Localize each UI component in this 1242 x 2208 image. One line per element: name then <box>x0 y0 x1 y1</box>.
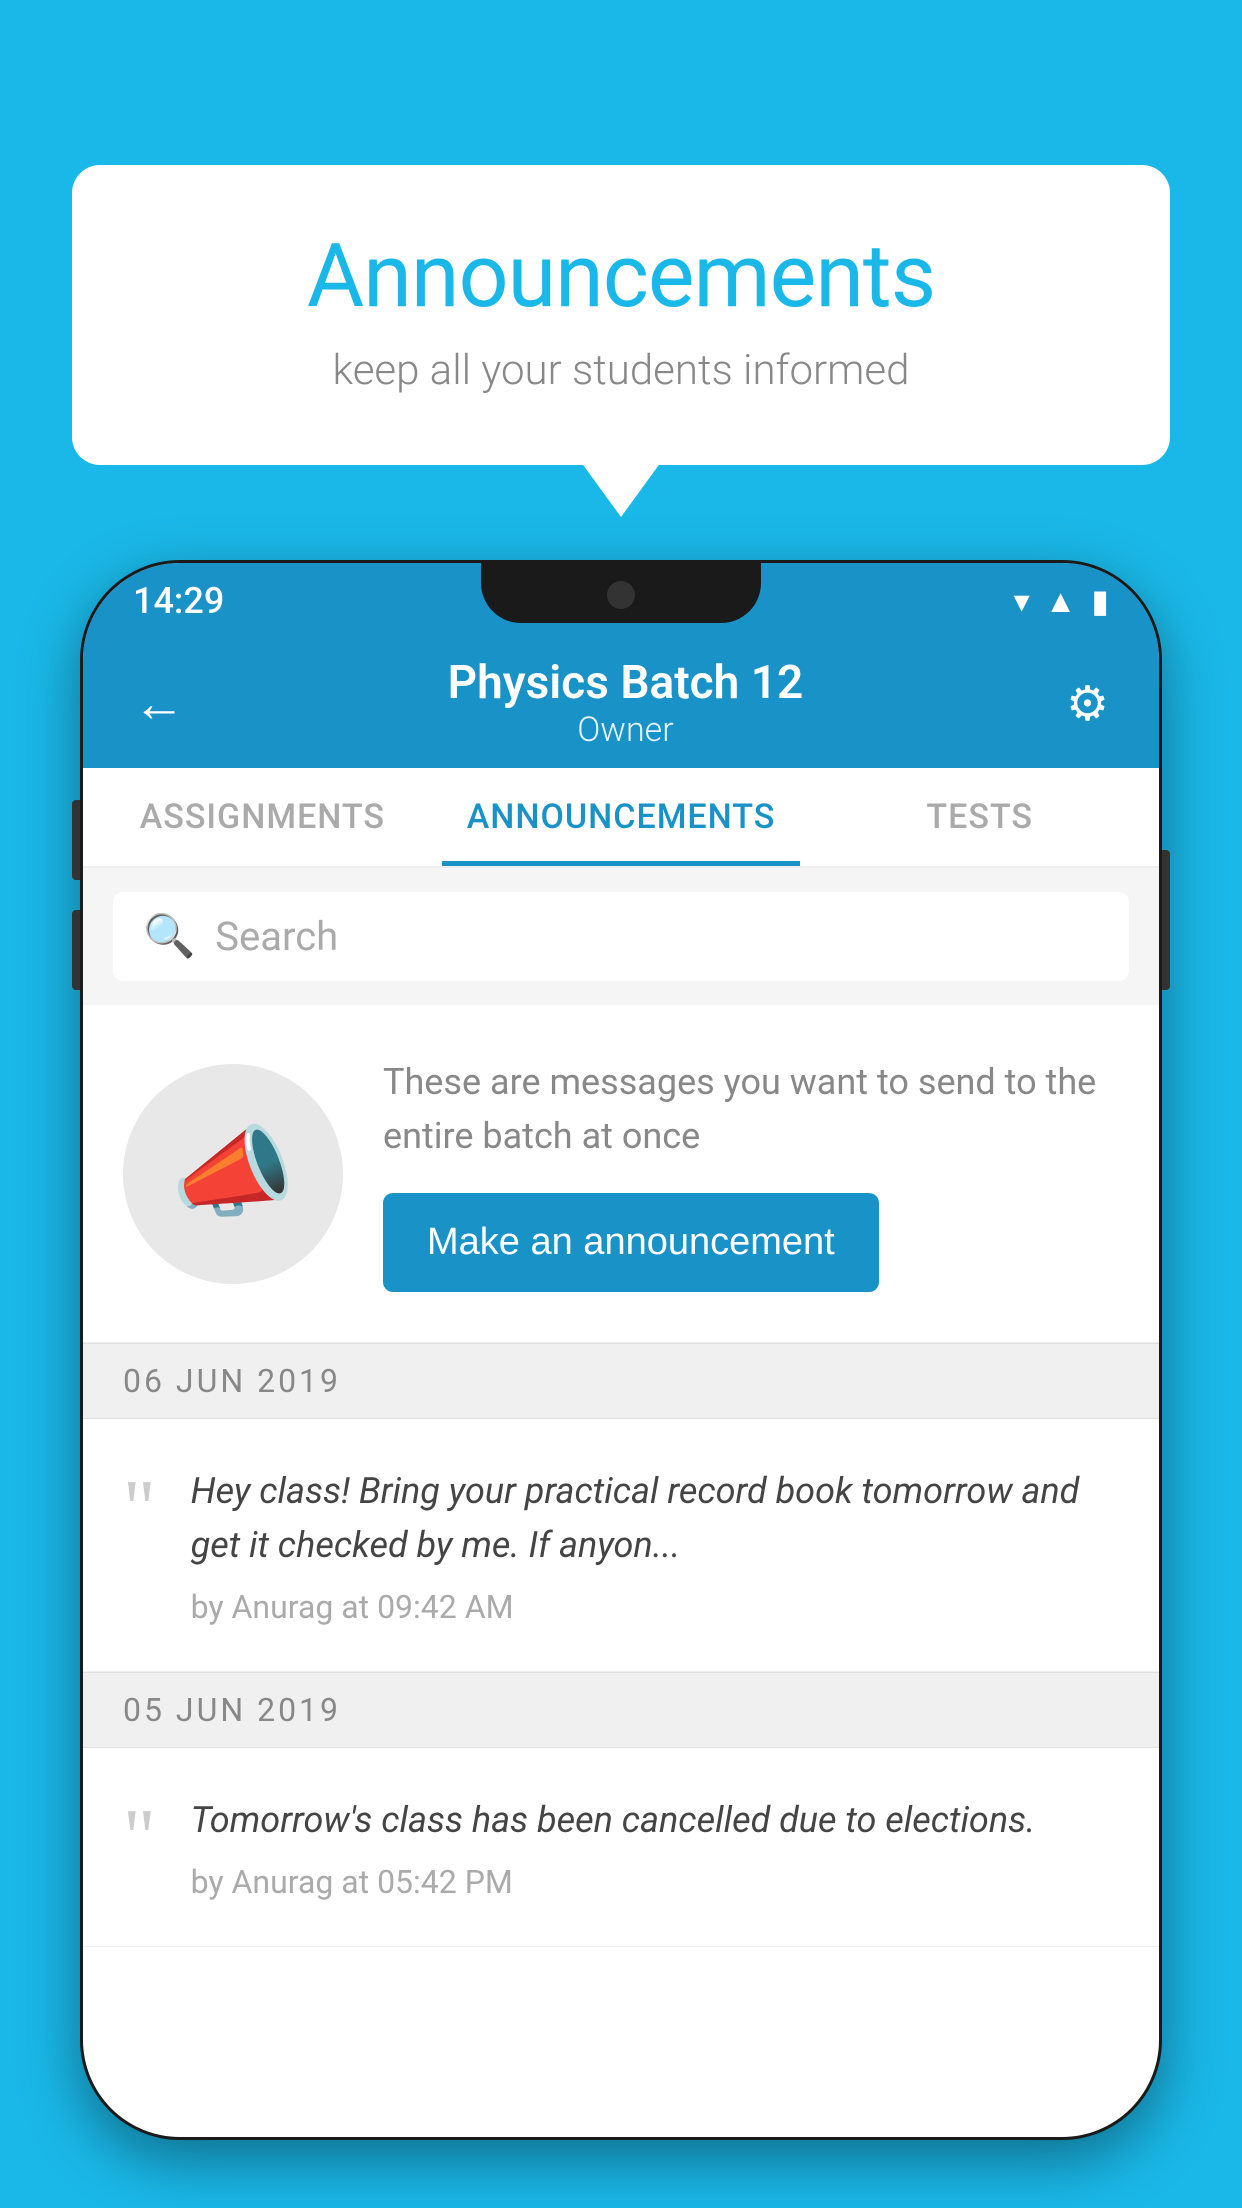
quote-icon-1: " <box>123 1469 156 1549</box>
signal-icon: ▲ <box>1045 582 1077 620</box>
phone-screen: 14:29 ▾ ▲ ▮ ← Physics Batch 12 Owner ⚙ <box>83 563 1159 2137</box>
wifi-icon: ▾ <box>1014 582 1030 620</box>
power-button <box>1162 850 1170 990</box>
app-header: ← Physics Batch 12 Owner ⚙ <box>83 638 1159 768</box>
phone-frame: 14:29 ▾ ▲ ▮ ← Physics Batch 12 Owner ⚙ <box>80 560 1162 2140</box>
announcement-prompt: 📣 These are messages you want to send to… <box>83 1005 1159 1343</box>
search-placeholder: Search <box>215 913 338 960</box>
phone-wrapper: 14:29 ▾ ▲ ▮ ← Physics Batch 12 Owner ⚙ <box>80 560 1162 2208</box>
megaphone-icon: 📣 <box>171 1115 296 1232</box>
battery-icon: ▮ <box>1091 582 1109 620</box>
header-subtitle: Owner <box>448 710 804 750</box>
search-box[interactable]: 🔍 Search <box>113 892 1129 981</box>
date-divider-1: 06 JUN 2019 <box>83 1343 1159 1419</box>
search-container: 🔍 Search <box>83 868 1159 1005</box>
tab-announcements[interactable]: ANNOUNCEMENTS <box>442 768 801 866</box>
settings-button[interactable]: ⚙ <box>1066 675 1109 732</box>
announcement-content-2: Tomorrow's class has been cancelled due … <box>191 1793 1119 1901</box>
front-camera <box>607 581 635 609</box>
quote-icon-2: " <box>123 1798 156 1878</box>
announcement-meta-1: by Anurag at 09:42 AM <box>191 1588 1119 1626</box>
back-button[interactable]: ← <box>133 673 185 734</box>
header-title: Physics Batch 12 <box>448 656 804 710</box>
announcement-text-1: Hey class! Bring your practical record b… <box>191 1464 1119 1572</box>
tabs-bar: ASSIGNMENTS ANNOUNCEMENTS TESTS <box>83 768 1159 868</box>
tab-assignments[interactable]: ASSIGNMENTS <box>83 768 442 866</box>
announcement-item-2[interactable]: " Tomorrow's class has been cancelled du… <box>83 1748 1159 1947</box>
megaphone-circle: 📣 <box>123 1064 343 1284</box>
prompt-description: These are messages you want to send to t… <box>383 1055 1119 1163</box>
date-divider-2: 05 JUN 2019 <box>83 1672 1159 1748</box>
volume-down-button <box>72 910 80 990</box>
status-icons: ▾ ▲ ▮ <box>1014 582 1109 620</box>
make-announcement-button[interactable]: Make an announcement <box>383 1193 879 1292</box>
phone-notch <box>481 563 761 623</box>
announcement-content-1: Hey class! Bring your practical record b… <box>191 1464 1119 1626</box>
bubble-title: Announcements <box>152 225 1090 328</box>
announcement-meta-2: by Anurag at 05:42 PM <box>191 1863 1119 1901</box>
announcement-text-2: Tomorrow's class has been cancelled due … <box>191 1793 1119 1847</box>
header-center: Physics Batch 12 Owner <box>448 656 804 750</box>
status-time: 14:29 <box>133 580 224 622</box>
announcement-item-1[interactable]: " Hey class! Bring your practical record… <box>83 1419 1159 1672</box>
search-icon: 🔍 <box>143 912 195 961</box>
prompt-right: These are messages you want to send to t… <box>383 1055 1119 1292</box>
speech-bubble: Announcements keep all your students inf… <box>72 165 1170 465</box>
tab-tests[interactable]: TESTS <box>800 768 1159 866</box>
bubble-subtitle: keep all your students informed <box>152 346 1090 395</box>
volume-up-button <box>72 800 80 880</box>
